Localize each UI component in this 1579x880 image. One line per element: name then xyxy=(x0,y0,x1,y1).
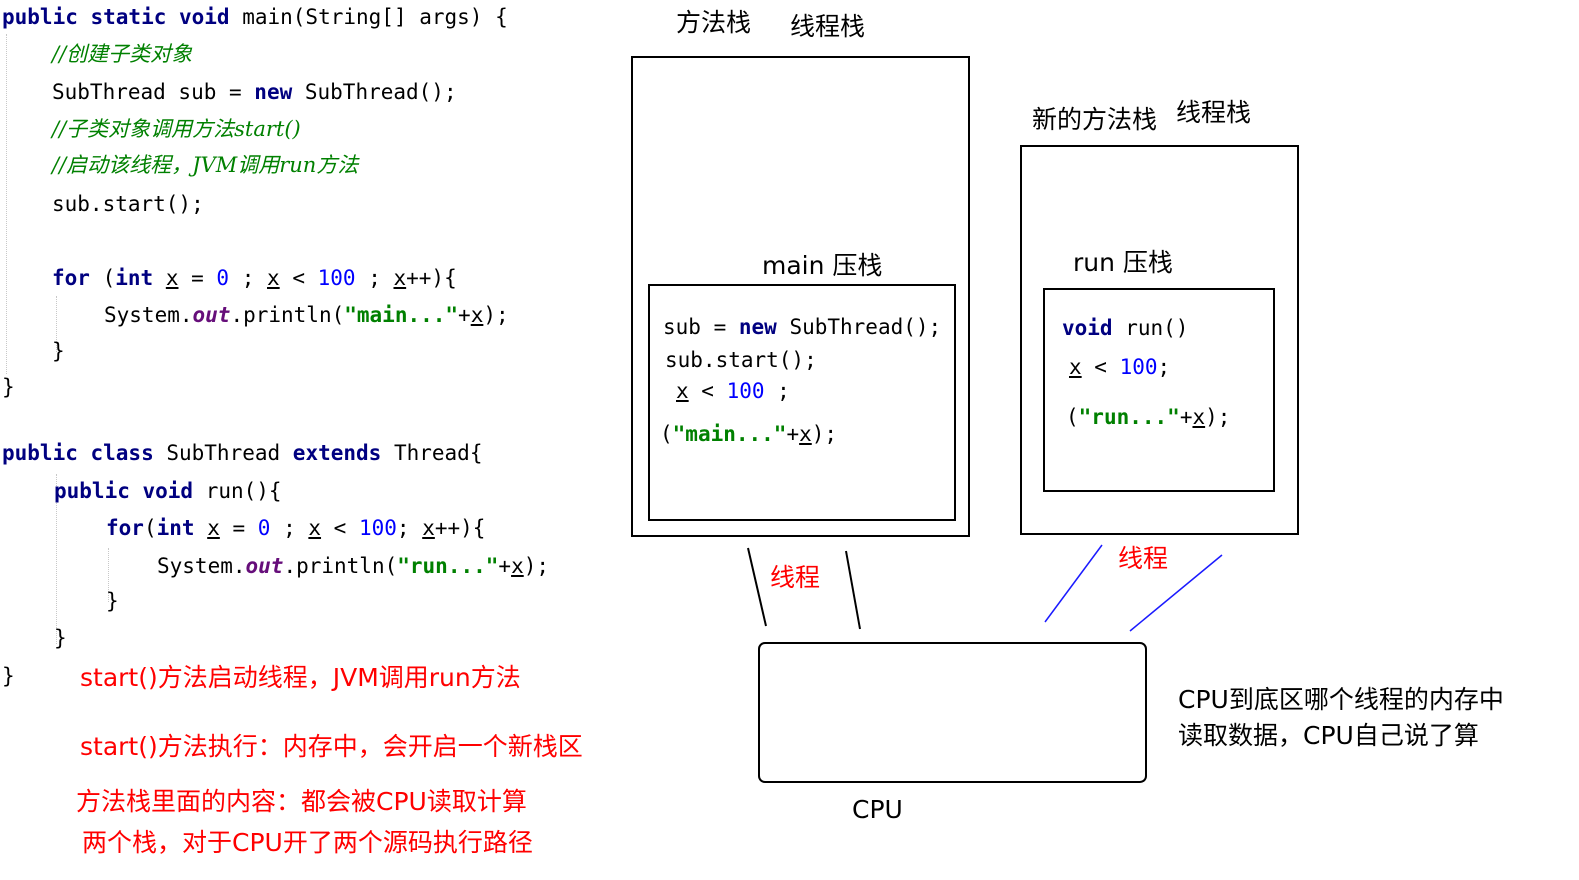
thread-label-right: 线程 xyxy=(1118,544,1169,573)
cpu-note-line-2: 读取数据，CPU自己说了算 xyxy=(1178,721,1479,750)
cpu-box xyxy=(758,642,1147,783)
thread-line-left-b xyxy=(845,550,861,630)
thread-line-right-a xyxy=(1044,544,1103,623)
thread-line-left-a xyxy=(747,547,767,627)
cpu-note-line-1: CPU到底区哪个线程的内存中 xyxy=(1178,685,1504,714)
thread-label-left: 线程 xyxy=(770,563,821,592)
cpu-label: CPU xyxy=(852,795,903,824)
